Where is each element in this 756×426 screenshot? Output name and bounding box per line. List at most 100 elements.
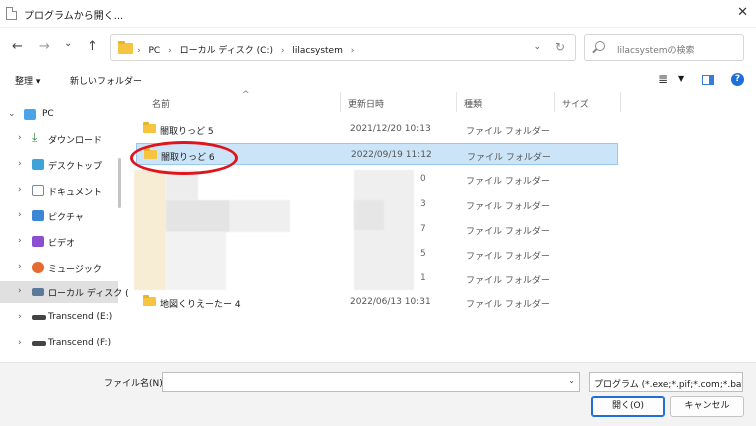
sidebar-item-label: ドキュメント xyxy=(48,188,103,198)
sidebar-scrollbar[interactable] xyxy=(118,158,121,208)
sidebar-item-label: Transcend (E:) xyxy=(48,312,113,322)
chevron-right-icon[interactable]: › xyxy=(18,185,22,195)
file-type: ファイル フォルダー xyxy=(467,153,551,163)
file-type: ファイル フォルダー xyxy=(466,300,550,310)
file-date-fragment: 5 xyxy=(420,249,426,259)
filename-field[interactable]: ⌄ xyxy=(162,372,580,392)
column-divider[interactable] xyxy=(554,92,555,112)
chevron-right-icon[interactable]: › xyxy=(18,210,22,220)
column-divider[interactable] xyxy=(340,92,341,112)
forward-icon[interactable]: → xyxy=(39,39,50,54)
sidebar-item-label: ピクチャ xyxy=(48,213,84,223)
search-icon xyxy=(595,41,605,51)
breadcrumb-pc[interactable]: PC xyxy=(148,46,160,56)
pc-icon xyxy=(24,109,36,120)
sidebar-item-videos[interactable]: › ビデオ xyxy=(0,231,118,253)
preview-pane-icon[interactable] xyxy=(702,75,714,85)
sidebar-item-label: デスクトップ xyxy=(48,162,103,172)
filename-label: ファイル名(N): xyxy=(104,379,166,389)
file-date-fragment: 1 xyxy=(420,273,426,283)
window-title: プログラムから開く... xyxy=(24,11,124,22)
file-row[interactable]: 闇取りっど 5 2021/12/20 10:13 ファイル フォルダー xyxy=(136,118,618,140)
chevron-down-icon[interactable]: ⌄ xyxy=(533,42,541,52)
column-divider[interactable] xyxy=(620,92,621,112)
title-bar: プログラムから開く... ✕ xyxy=(0,0,756,28)
redaction-mosaic xyxy=(166,200,230,232)
chevron-right-icon[interactable]: › xyxy=(18,338,22,348)
chevron-down-icon[interactable]: ⌄ xyxy=(568,376,575,385)
column-name[interactable]: 名前 xyxy=(152,97,170,110)
sidebar-item-local-disk[interactable]: › ローカル ディスク ( xyxy=(0,281,129,303)
new-folder-button[interactable]: 新しいフォルダー xyxy=(70,74,142,87)
documents-icon xyxy=(32,185,44,196)
usb-drive-icon xyxy=(32,315,46,320)
file-type: ファイル フォルダー xyxy=(466,227,550,237)
chevron-down-icon[interactable]: ▼ xyxy=(678,74,684,83)
sidebar-item-label: Transcend (F:) xyxy=(48,338,112,348)
column-headers: ^ 名前 更新日時 種類 サイズ xyxy=(128,90,756,114)
music-icon xyxy=(32,262,44,273)
sidebar-item-label: ビデオ xyxy=(48,239,76,249)
chevron-right-icon[interactable]: › xyxy=(18,159,22,169)
open-button[interactable]: 開く(O) xyxy=(591,396,665,417)
sidebar-item-desktop[interactable]: › デスクトップ xyxy=(0,154,118,176)
search-box[interactable]: lilacsystemの検索 xyxy=(584,34,744,61)
file-type: ファイル フォルダー xyxy=(466,127,550,137)
breadcrumb-local-disk[interactable]: ローカル ディスク (C:) xyxy=(180,46,273,56)
dialog-footer: ファイル名(N): ⌄ プログラム (*.exe;*.pif;*.com;*.b… xyxy=(0,362,756,426)
sidebar-item-downloads[interactable]: › ⤓ ダウンロード xyxy=(0,128,118,150)
column-type[interactable]: 種類 xyxy=(464,97,482,110)
chevron-right-icon[interactable]: › xyxy=(18,133,22,143)
recent-locations-icon[interactable]: ⌄ xyxy=(64,38,72,49)
file-type: ファイル フォルダー xyxy=(466,202,550,212)
chevron-right-icon[interactable]: › xyxy=(18,312,22,322)
refresh-icon[interactable]: ↻ xyxy=(555,40,565,54)
breadcrumb-separator: › xyxy=(168,46,172,56)
pictures-icon xyxy=(32,210,44,221)
videos-icon xyxy=(32,236,44,247)
back-icon[interactable]: ← xyxy=(12,39,23,54)
file-type-filter-value: プログラム (*.exe;*.pif;*.com;*.bat xyxy=(594,380,743,390)
up-icon[interactable]: ↑ xyxy=(87,39,98,54)
redaction-mosaic xyxy=(166,232,226,290)
file-date: 2022/09/19 11:12 xyxy=(351,150,432,160)
file-date-fragment: 0 xyxy=(420,174,426,184)
view-options-icon[interactable]: ≣ xyxy=(658,72,668,86)
file-row[interactable]: 地図くりえーたー 4 2022/06/13 10:31 ファイル フォルダー xyxy=(136,291,618,313)
chevron-right-icon[interactable]: › xyxy=(18,286,22,296)
local-disk-icon xyxy=(32,288,44,296)
usb-drive-icon xyxy=(32,341,46,346)
address-bar[interactable]: › PC › ローカル ディスク (C:) › lilacsystem › ⌄ … xyxy=(110,34,576,61)
file-icon xyxy=(6,7,17,20)
chevron-right-icon[interactable]: › xyxy=(18,236,22,246)
sidebar-item-label: ローカル ディスク ( xyxy=(48,289,129,299)
column-date[interactable]: 更新日時 xyxy=(348,97,384,110)
help-icon[interactable]: ? xyxy=(731,73,744,86)
sidebar-item-transcend-f[interactable]: › Transcend (F:) xyxy=(0,333,118,355)
breadcrumb-lilacsystem[interactable]: lilacsystem xyxy=(292,46,343,56)
organize-button[interactable]: 整理 ▾ xyxy=(15,74,40,87)
chevron-down-icon[interactable]: ⌄ xyxy=(8,109,16,119)
close-icon[interactable]: ✕ xyxy=(737,5,748,20)
column-divider[interactable] xyxy=(456,92,457,112)
redaction-mosaic xyxy=(230,200,290,232)
chevron-right-icon[interactable]: › xyxy=(18,262,22,272)
chevron-up-icon: ^ xyxy=(242,90,250,100)
navigation-pane: ⌄ PC › ⤓ ダウンロード › デスクトップ › ドキュメント › ピクチャ… xyxy=(0,98,129,360)
folder-icon xyxy=(143,295,156,306)
sidebar-item-music[interactable]: › ミュージック xyxy=(0,257,118,279)
sidebar-item-transcend-e[interactable]: › Transcend (E:) xyxy=(0,307,118,329)
file-name: 闇取りっど 5 xyxy=(160,127,214,137)
sidebar-item-pictures[interactable]: › ピクチャ xyxy=(0,205,118,227)
redaction-mosaic xyxy=(134,170,166,290)
file-type-filter[interactable]: プログラム (*.exe;*.pif;*.com;*.bat xyxy=(589,372,743,392)
cancel-button[interactable]: キャンセル xyxy=(670,396,744,417)
redaction-mosaic xyxy=(354,170,414,290)
breadcrumb-separator: › xyxy=(137,46,141,56)
sidebar-item-documents[interactable]: › ドキュメント xyxy=(0,180,118,202)
column-size[interactable]: サイズ xyxy=(562,97,589,110)
breadcrumb-separator: › xyxy=(350,46,355,56)
breadcrumb-separator: › xyxy=(280,46,285,56)
file-list: ^ 名前 更新日時 種類 サイズ 闇取りっど 5 2021/12/20 10:1… xyxy=(128,90,756,362)
sidebar-item-pc[interactable]: ⌄ PC xyxy=(0,104,118,126)
